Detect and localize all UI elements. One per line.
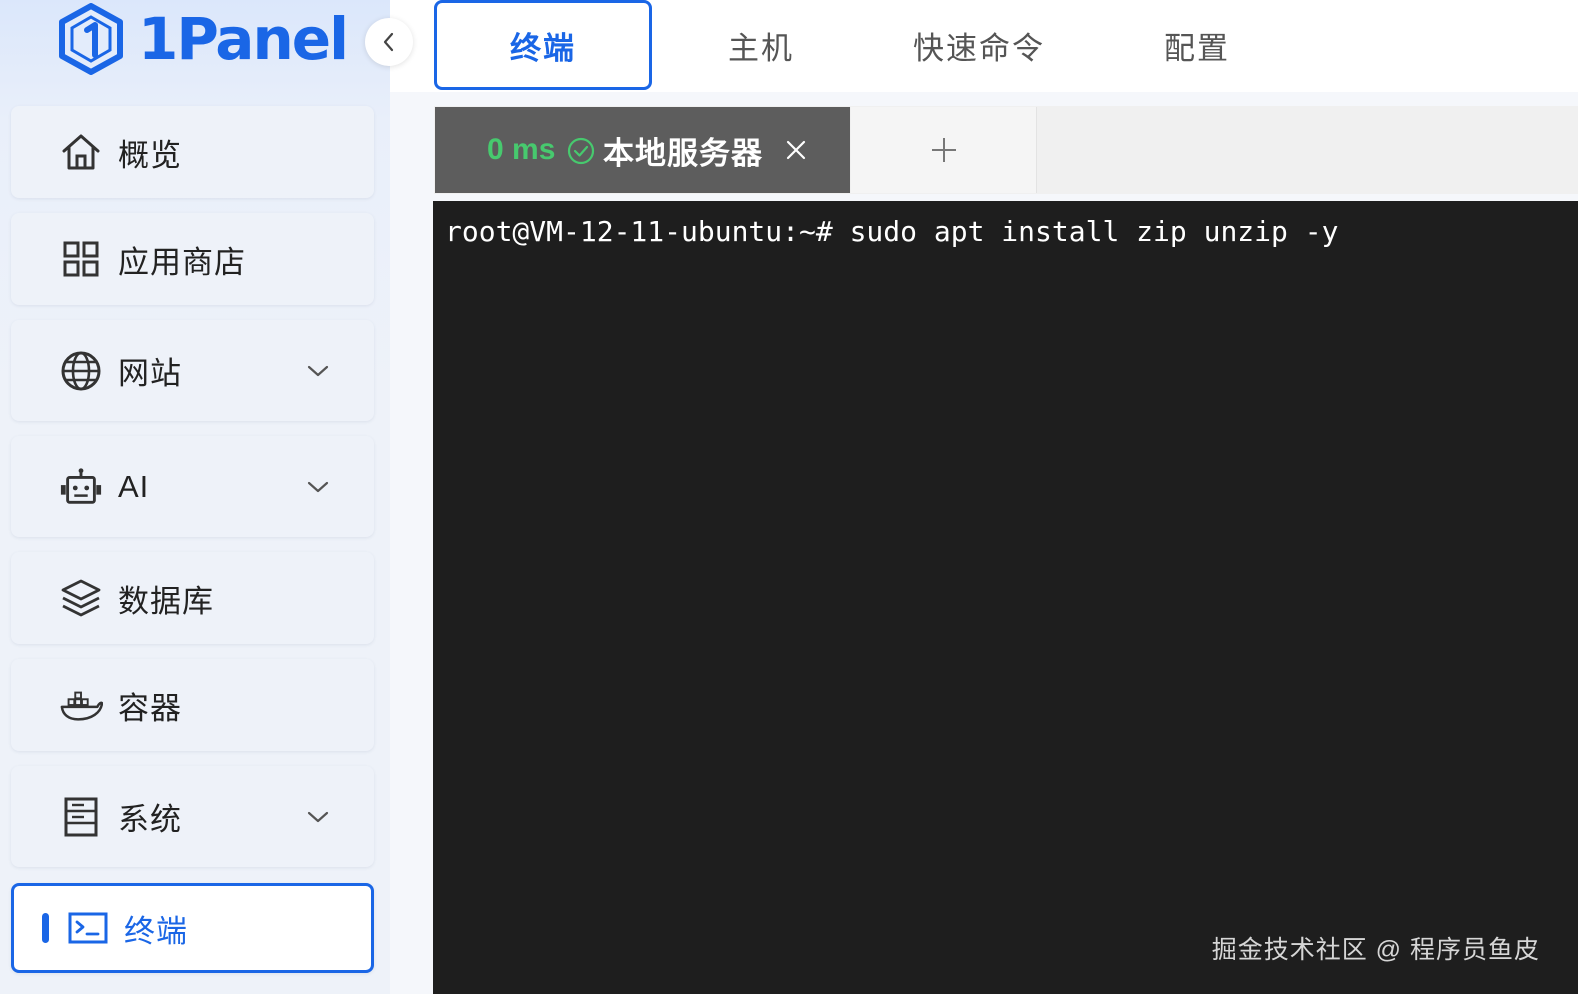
tab-terminal[interactable]: 终端	[434, 0, 652, 90]
terminal-icon	[66, 906, 110, 950]
chevron-down-icon	[306, 475, 330, 499]
home-icon	[59, 130, 103, 174]
sidebar: 1Panel 概览 应用商店 网站 AI 数据库 容器 系统 终端	[0, 0, 413, 994]
watermark: 掘金技术社区 @ 程序员鱼皮	[1211, 936, 1540, 964]
close-icon[interactable]	[785, 139, 807, 161]
session-tab-bar: 0 ms 本地服务器	[434, 106, 1578, 194]
server-icon	[59, 795, 103, 839]
globe-icon	[59, 349, 103, 393]
latency-label: 0 ms	[487, 133, 556, 166]
add-session-button[interactable]	[851, 107, 1037, 193]
chevron-down-icon	[306, 805, 330, 829]
sidebar-item-label: 终端	[124, 913, 188, 949]
sidebar-item-label: 概览	[118, 137, 182, 173]
tab-settings[interactable]: 配置	[1088, 0, 1306, 90]
sidebar-item-label: 系统	[118, 802, 182, 837]
sidebar-item-label: 网站	[118, 356, 182, 391]
sidebar-item-label: 容器	[118, 690, 182, 726]
sidebar-item-overview[interactable]: 概览	[11, 106, 374, 198]
layers-icon	[59, 576, 103, 620]
tab-quick-commands[interactable]: 快速命令	[870, 0, 1088, 90]
sidebar-item-label: AI	[118, 468, 150, 504]
sidebar-item-label: 数据库	[118, 583, 214, 619]
terminal-output[interactable]: root@VM-12-11-ubuntu:~# sudo apt install…	[433, 201, 1578, 994]
grid-icon	[59, 237, 103, 281]
chevron-down-icon	[306, 359, 330, 383]
plus-icon	[931, 138, 956, 162]
sidebar-item-container[interactable]: 容器	[11, 659, 374, 751]
tab-hosts[interactable]: 主机	[652, 0, 870, 90]
sidebar-item-database[interactable]: 数据库	[11, 552, 374, 644]
sidebar-item-app-store[interactable]: 应用商店	[11, 213, 374, 305]
robot-icon	[59, 465, 103, 509]
session-name: 本地服务器	[603, 135, 763, 171]
terminal-line: root@VM-12-11-ubuntu:~# sudo apt install…	[445, 215, 1339, 248]
1panel-logo-icon	[59, 3, 123, 75]
sidebar-item-system[interactable]: 系统	[11, 766, 374, 867]
chevron-left-icon	[383, 32, 394, 52]
sidebar-item-label: 应用商店	[118, 244, 246, 280]
check-circle-icon	[567, 137, 595, 165]
logo-text: 1Panel	[138, 5, 349, 73]
sidebar-item-terminal[interactable]: 终端	[11, 883, 374, 973]
sidebar-item-website[interactable]: 网站	[11, 320, 374, 421]
sidebar-item-ai[interactable]: AI	[11, 436, 374, 537]
collapse-sidebar-button[interactable]	[365, 18, 413, 66]
top-tab-bar: 终端 主机 快速命令 配置	[390, 0, 1578, 92]
session-tab-local-server[interactable]: 0 ms 本地服务器	[435, 107, 850, 193]
active-indicator	[42, 913, 49, 943]
app-logo[interactable]: 1Panel	[58, 2, 349, 76]
docker-icon	[59, 683, 103, 727]
